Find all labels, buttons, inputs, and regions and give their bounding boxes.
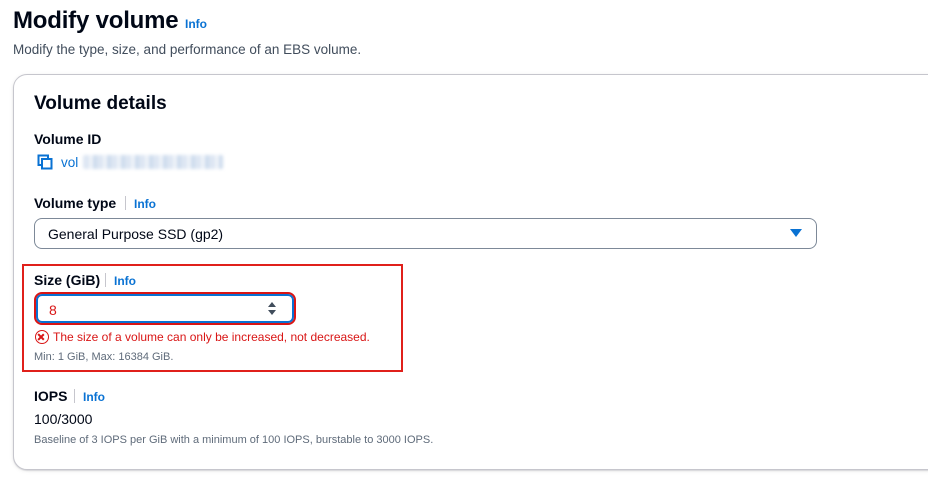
- copy-icon[interactable]: [37, 154, 53, 170]
- page-description: Modify the type, size, and performance o…: [13, 42, 362, 57]
- size-input[interactable]: 8: [34, 292, 296, 325]
- volume-type-select[interactable]: General Purpose SSD (gp2): [34, 218, 817, 249]
- info-divider: [74, 389, 75, 403]
- volume-type-info-link[interactable]: Info: [134, 197, 156, 211]
- size-input-value: 8: [49, 302, 57, 318]
- iops-label: IOPS: [34, 388, 68, 404]
- size-error-message: The size of a volume can only be increas…: [53, 330, 370, 344]
- size-info-link[interactable]: Info: [114, 274, 136, 288]
- chevron-down-icon[interactable]: [268, 310, 276, 315]
- caret-down-icon: [790, 229, 802, 237]
- error-icon: [35, 330, 49, 344]
- iops-info-link[interactable]: Info: [83, 390, 105, 404]
- page-title: Modify volume: [13, 7, 179, 34]
- size-constraint-text: Min: 1 GiB, Max: 16384 GiB.: [34, 351, 174, 363]
- iops-value: 100/3000: [34, 411, 93, 427]
- page-info-link[interactable]: Info: [185, 17, 207, 31]
- chevron-up-icon[interactable]: [268, 302, 276, 307]
- size-label: Size (GiB): [34, 272, 101, 288]
- volume-id-value: vol: [61, 155, 79, 170]
- panel-title: Volume details: [34, 93, 167, 114]
- volume-id-redacted: [83, 155, 223, 169]
- iops-description: Baseline of 3 IOPS per GiB with a minimu…: [34, 434, 434, 446]
- volume-type-selected: General Purpose SSD (gp2): [48, 226, 224, 242]
- info-divider: [105, 273, 106, 287]
- volume-id-label: Volume ID: [34, 131, 102, 147]
- info-divider: [125, 196, 126, 210]
- number-stepper[interactable]: [268, 302, 278, 316]
- volume-type-label: Volume type: [34, 195, 117, 211]
